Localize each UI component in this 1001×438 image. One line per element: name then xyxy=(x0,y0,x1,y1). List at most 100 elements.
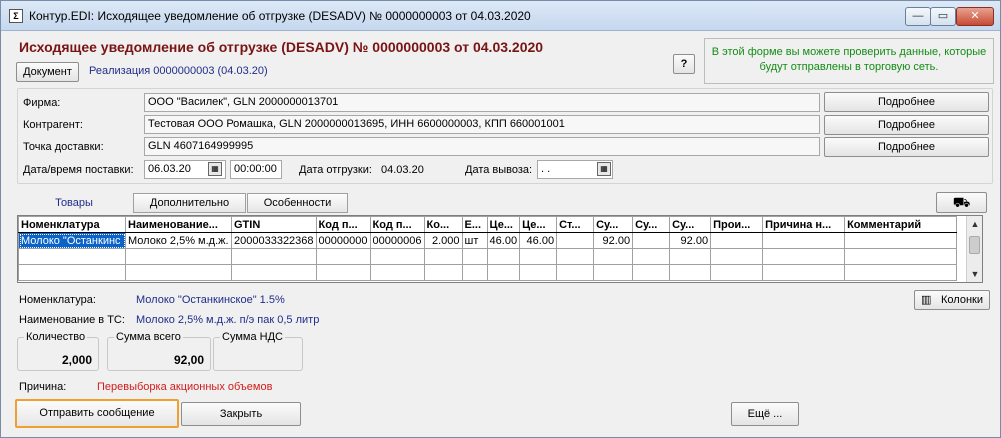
table-row[interactable] xyxy=(18,264,958,281)
scroll-up-icon[interactable]: ▲ xyxy=(967,216,982,232)
table-cell[interactable] xyxy=(231,248,317,265)
table-cell[interactable] xyxy=(593,248,634,265)
send-message-button[interactable]: Отправить сообщение xyxy=(15,399,179,428)
table-cell[interactable] xyxy=(231,264,317,281)
scroll-down-icon[interactable]: ▼ xyxy=(967,266,982,282)
table-cell[interactable] xyxy=(556,248,595,265)
delivery-point-field[interactable]: GLN 4607164999995 xyxy=(144,137,820,156)
table-cell[interactable]: 00000000 xyxy=(315,232,371,249)
column-header[interactable]: Су... xyxy=(632,216,671,233)
delivery-point-details-button[interactable]: Подробнее xyxy=(824,137,989,157)
table-cell[interactable]: Молоко "Останкинс xyxy=(18,232,126,249)
column-header[interactable]: Код п... xyxy=(369,216,425,233)
truck-button[interactable]: ⛟ xyxy=(936,192,987,213)
firm-field[interactable]: ООО "Василек", GLN 2000000013701 xyxy=(144,93,820,112)
sum-label: Сумма всего xyxy=(114,331,183,343)
table-cell[interactable]: 92.00 xyxy=(669,232,712,249)
table-cell[interactable] xyxy=(844,232,958,249)
column-header[interactable]: Е... xyxy=(461,216,488,233)
table-cell[interactable] xyxy=(669,264,712,281)
table-cell[interactable] xyxy=(669,248,712,265)
column-header[interactable]: Причина н... xyxy=(762,216,846,233)
table-cell[interactable] xyxy=(18,264,126,281)
close-button[interactable]: Закрыть xyxy=(181,402,301,426)
table-cell[interactable] xyxy=(844,264,958,281)
table-cell[interactable] xyxy=(632,264,671,281)
column-header[interactable]: Код п... xyxy=(315,216,371,233)
table-cell[interactable] xyxy=(486,264,521,281)
calendar-icon[interactable]: ▦ xyxy=(597,162,611,176)
table-cell[interactable] xyxy=(762,248,846,265)
table-cell[interactable] xyxy=(632,248,671,265)
table-row[interactable] xyxy=(18,248,958,265)
table-cell[interactable] xyxy=(423,264,463,281)
table-cell[interactable] xyxy=(486,248,521,265)
table-cell[interactable] xyxy=(125,248,232,265)
counterparty-field[interactable]: Тестовая ООО Ромашка, GLN 2000000013695,… xyxy=(144,115,820,134)
firm-details-button[interactable]: Подробнее xyxy=(824,92,989,112)
column-header[interactable]: Це... xyxy=(486,216,521,233)
document-button[interactable]: Документ xyxy=(16,62,79,82)
table-cell[interactable] xyxy=(556,264,595,281)
close-window-button[interactable]: ✕ xyxy=(956,7,994,26)
scroll-thumb[interactable] xyxy=(969,236,980,254)
table-cell[interactable] xyxy=(18,248,126,265)
table-cell[interactable] xyxy=(556,232,595,249)
table-cell[interactable] xyxy=(423,248,463,265)
minimize-button[interactable]: — xyxy=(905,7,931,26)
table-cell[interactable] xyxy=(461,248,488,265)
column-header[interactable]: GTIN xyxy=(231,216,317,233)
goods-table[interactable]: Номенклатура Наименование... GTIN Код п... К… xyxy=(17,215,983,283)
column-header[interactable]: Ст... xyxy=(556,216,595,233)
tab-features[interactable]: Особенности xyxy=(247,193,348,213)
grid-scrollbar[interactable]: ▲ ▼ xyxy=(966,216,982,282)
table-cell[interactable] xyxy=(315,248,371,265)
table-cell[interactable]: Молоко 2,5% м.д.ж. xyxy=(125,232,232,249)
column-header[interactable]: Су... xyxy=(593,216,634,233)
table-cell[interactable] xyxy=(762,232,846,249)
table-cell[interactable] xyxy=(369,264,425,281)
table-cell[interactable] xyxy=(315,264,371,281)
column-header[interactable]: Номенклатура xyxy=(18,216,126,233)
calendar-icon[interactable]: ▦ xyxy=(208,162,222,176)
maximize-button[interactable]: ▭ xyxy=(930,7,956,26)
table-cell[interactable] xyxy=(844,248,958,265)
nomenclature-label: Номенклатура: xyxy=(19,294,96,306)
table-cell[interactable]: 46.00 xyxy=(519,232,558,249)
table-cell[interactable] xyxy=(593,264,634,281)
table-cell[interactable]: шт xyxy=(461,232,488,249)
column-header[interactable]: Прои... xyxy=(710,216,764,233)
more-button[interactable]: Ещё ... xyxy=(731,402,799,426)
table-cell[interactable] xyxy=(519,248,558,265)
column-header[interactable]: Комментарий xyxy=(844,216,958,233)
columns-button[interactable]: ▥ Колонки xyxy=(914,290,990,310)
table-cell[interactable] xyxy=(710,248,764,265)
table-row[interactable]: Молоко "Останкинс Молоко 2,5% м.д.ж. 20000… xyxy=(18,232,958,249)
realization-link[interactable]: Реализация 0000000003 (04.03.20) xyxy=(89,65,268,77)
column-header[interactable]: Це... xyxy=(519,216,558,233)
counterparty-details-button[interactable]: Подробнее xyxy=(824,115,989,135)
tab-additional[interactable]: Дополнительно xyxy=(133,193,246,213)
table-cell[interactable]: 00000006 xyxy=(369,232,425,249)
tab-goods[interactable]: Товары xyxy=(19,193,129,213)
title-bar[interactable]: Σ Контур.EDI: Исходящее уведомление об о… xyxy=(1,1,1000,31)
info-message: В этой форме вы можете проверить данные,… xyxy=(704,38,994,84)
table-cell[interactable] xyxy=(369,248,425,265)
help-button[interactable]: ? xyxy=(673,54,695,74)
table-cell[interactable] xyxy=(710,264,764,281)
table-cell[interactable] xyxy=(710,232,764,249)
quantity-label: Количество xyxy=(24,331,88,343)
table-cell[interactable]: 46.00 xyxy=(486,232,521,249)
table-cell[interactable]: 2000033322368 xyxy=(231,232,317,249)
table-cell[interactable]: 92.00 xyxy=(593,232,634,249)
table-cell[interactable] xyxy=(125,264,232,281)
table-cell[interactable] xyxy=(632,232,671,249)
table-cell[interactable] xyxy=(461,264,488,281)
table-cell[interactable]: 2.000 xyxy=(423,232,463,249)
column-header[interactable]: Наименование... xyxy=(125,216,232,233)
delivery-time-input[interactable]: 00:00:00 xyxy=(230,160,282,179)
table-cell[interactable] xyxy=(519,264,558,281)
table-cell[interactable] xyxy=(762,264,846,281)
column-header[interactable]: Су... xyxy=(669,216,712,233)
column-header[interactable]: Ко... xyxy=(423,216,463,233)
